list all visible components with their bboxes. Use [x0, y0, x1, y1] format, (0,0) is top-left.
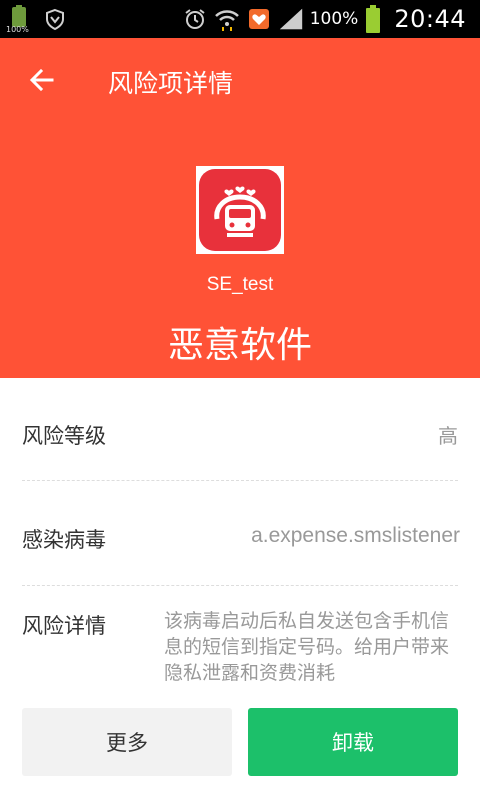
risk-header: 风险项详情 SE_test 恶意软件: [0, 38, 480, 378]
risk-detail-text: 该病毒启动后私自发送包含手机信息的短信到指定号码。给用户带来隐私泄露和资费消耗: [164, 610, 450, 684]
wifi-icon: [214, 6, 240, 32]
small-battery-percent: 100%: [6, 25, 29, 34]
battery-small-icon: 100%: [6, 5, 30, 34]
back-button[interactable]: [22, 60, 62, 100]
status-bar: 100% 100% 20:44: [0, 0, 480, 38]
divider: [22, 585, 458, 586]
alarm-icon: [182, 6, 208, 32]
risk-level-label: 风险等级: [22, 424, 106, 448]
status-bar-right: 100% 20:44: [182, 0, 466, 38]
clock-time: 20:44: [394, 5, 466, 33]
risk-detail-row: 风险详情 该病毒启动后私自发送包含手机信息的短信到指定号码。给用户带来隐私泄露和…: [22, 604, 458, 690]
notification-app-icon: [246, 6, 272, 32]
train-app-icon: [199, 169, 281, 251]
risk-type: 恶意软件: [167, 325, 312, 366]
risk-level-row: 风险等级 高: [22, 412, 458, 452]
infected-virus-row: 感染病毒 a.expense.smslistener: [22, 518, 460, 558]
arrow-left-icon: [29, 68, 54, 92]
battery-icon: [364, 5, 382, 33]
app-icon: [196, 166, 284, 254]
shield-icon: [42, 6, 68, 32]
page-title: 风险项详情: [108, 69, 234, 98]
infected-virus-value: a.expense.smslistener: [251, 524, 460, 547]
battery-percent: 100%: [309, 9, 359, 29]
divider: [22, 480, 458, 481]
infected-virus-label: 感染病毒: [22, 528, 106, 552]
risk-level-value: 高: [438, 424, 458, 448]
uninstall-button[interactable]: 卸载: [248, 708, 458, 776]
risk-detail-label: 风险详情: [22, 614, 106, 638]
signal-icon: [278, 6, 304, 32]
app-name: SE_test: [206, 274, 274, 295]
status-bar-left: 100%: [6, 4, 68, 34]
more-button[interactable]: 更多: [22, 708, 232, 776]
